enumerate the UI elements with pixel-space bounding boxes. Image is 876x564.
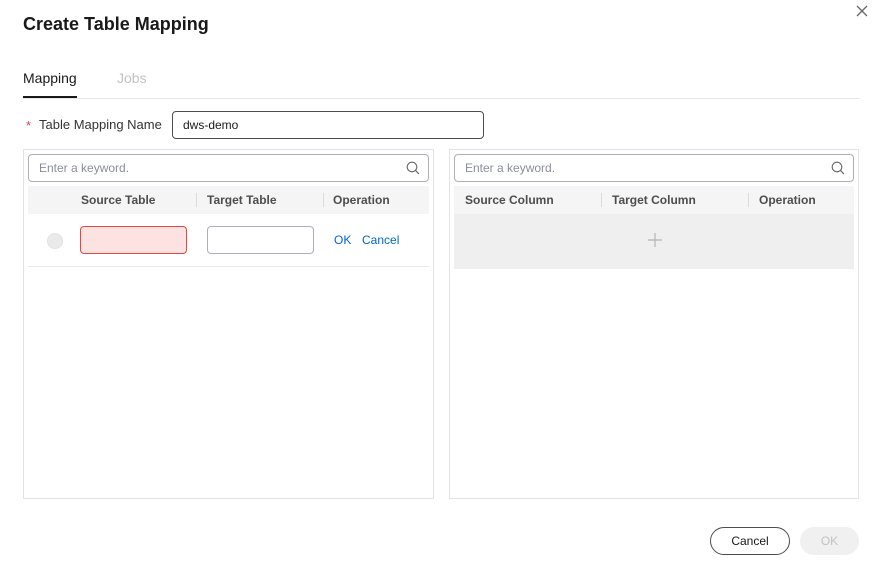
required-mark: * <box>26 118 32 133</box>
table-panel: Source Table Target Table Operation OK C… <box>23 149 434 499</box>
column-header-source-column: Source Column <box>465 193 554 207</box>
search-icon[interactable] <box>406 161 420 175</box>
column-divider <box>601 193 602 207</box>
tab-bar: Mapping Jobs <box>23 62 859 99</box>
target-table-input[interactable] <box>207 226 314 254</box>
column-header-operation: Operation <box>759 193 816 207</box>
table-row: OK Cancel <box>28 214 429 267</box>
table-search-box <box>28 154 429 182</box>
search-icon[interactable] <box>831 161 845 175</box>
column-divider <box>196 193 197 207</box>
column-divider <box>748 193 749 207</box>
table-search-input[interactable] <box>29 155 389 181</box>
mapping-name-input[interactable] <box>172 111 484 139</box>
add-column-button[interactable] <box>454 214 854 269</box>
column-search-input[interactable] <box>455 155 815 181</box>
cancel-button[interactable]: Cancel <box>710 527 790 555</box>
column-header-operation: Operation <box>333 193 390 207</box>
column-header-source-table: Source Table <box>81 193 156 207</box>
row-ok-link[interactable]: OK <box>334 233 351 247</box>
row-radio[interactable] <box>47 233 63 249</box>
column-search-box <box>454 154 854 182</box>
column-table-header: Source Column Target Column Operation <box>454 186 854 214</box>
column-header-target-column: Target Column <box>612 193 696 207</box>
column-panel: Source Column Target Column Operation <box>449 149 859 499</box>
tab-mapping[interactable]: Mapping <box>23 70 77 98</box>
dialog-title: Create Table Mapping <box>23 14 209 34</box>
mapping-name-label: Table Mapping Name <box>39 117 162 132</box>
column-divider <box>323 193 324 207</box>
ok-button[interactable]: OK <box>800 527 859 555</box>
plus-icon <box>648 233 662 247</box>
row-cancel-link[interactable]: Cancel <box>362 233 399 247</box>
source-table-input[interactable] <box>80 226 187 254</box>
mapping-name-row: * Table Mapping Name <box>26 111 486 139</box>
table-header: Source Table Target Table Operation <box>28 186 429 214</box>
close-icon[interactable] <box>853 2 871 20</box>
column-header-target-table: Target Table <box>207 193 277 207</box>
tab-jobs[interactable]: Jobs <box>117 70 147 98</box>
